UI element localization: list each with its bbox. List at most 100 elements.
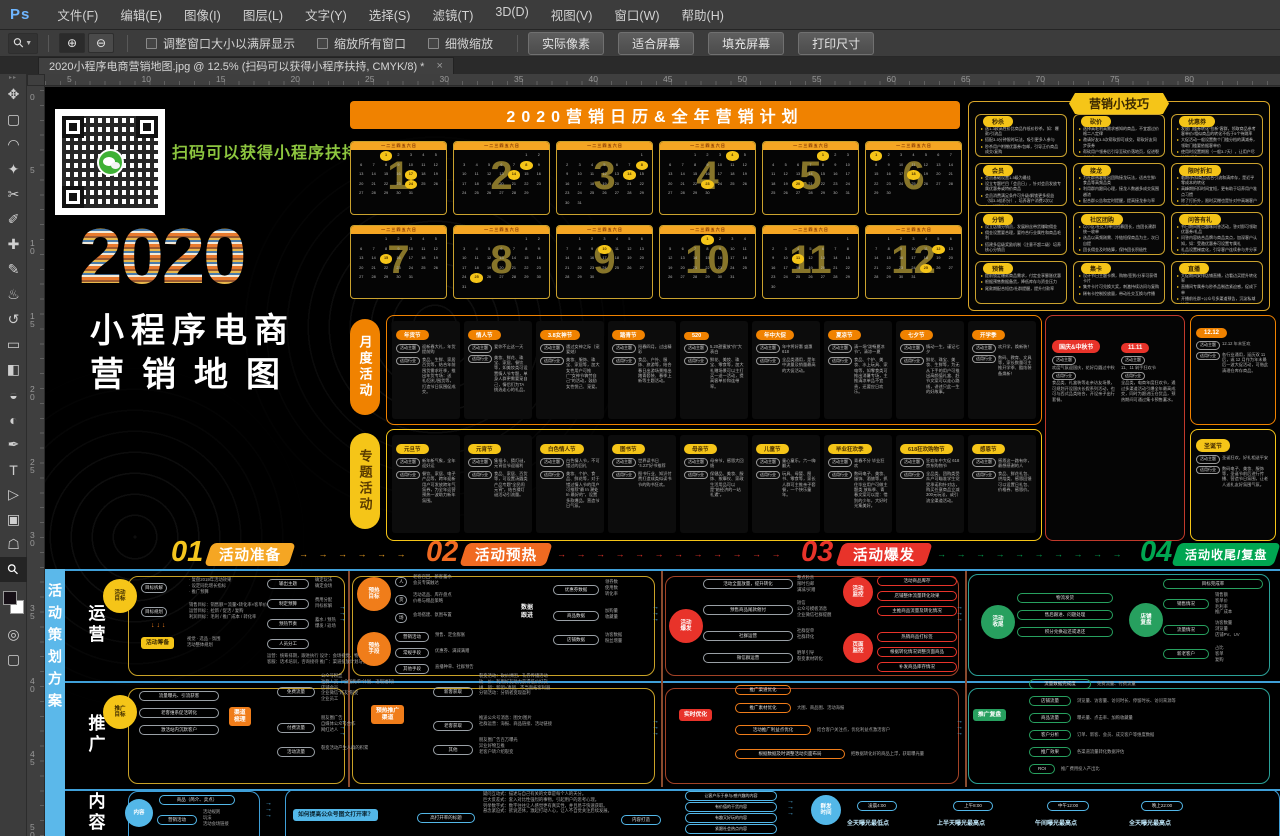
- document-canvas[interactable]: 扫码可以获得小程序扶持 2020 小程序电商 营销地图 2020营销日历&全年营…: [45, 86, 1280, 836]
- gradient-tool[interactable]: ◧: [0, 357, 27, 382]
- history-brush-tool[interactable]: ↺: [0, 307, 27, 332]
- monthly-card: 年货节活动主题迎新春大礼，年货提前购适用行业食品、生鲜、家居百货等，结合年前囤货…: [392, 321, 460, 419]
- mindmap-pill-node: 推广素材优化: [735, 703, 791, 713]
- side-bar-label: 活动策划方案: [45, 583, 65, 715]
- tip-text: 节日期间推出趣味问答活动，答对即可领取优惠券/礼品: [1181, 224, 1257, 234]
- checkbox-box[interactable]: [146, 38, 157, 49]
- tips-title: 营销小技巧: [1069, 93, 1169, 114]
- card-title: 情人节: [468, 330, 501, 340]
- menu-item[interactable]: 3D(D): [484, 5, 539, 24]
- clone-stamp-tool[interactable]: ♨: [0, 282, 27, 307]
- menu-item[interactable]: 滤镜(T): [421, 5, 484, 24]
- checkbox-box[interactable]: [317, 38, 328, 49]
- mindmap-box-node: 渠道 梳理: [229, 707, 251, 726]
- move-tool[interactable]: ✥: [0, 82, 27, 107]
- theme-text: 阳春四月，过出精彩: [638, 344, 672, 355]
- calendar-date: 13: [495, 170, 507, 180]
- calendar-date: 9: [701, 161, 713, 171]
- zoom-in-button[interactable]: ⊕: [59, 33, 85, 53]
- quick-mask-icon[interactable]: ◎: [0, 622, 27, 647]
- zoom-tool[interactable]: ⚲: [0, 557, 27, 582]
- eyedropper-tool[interactable]: ✐: [0, 207, 27, 232]
- bullet-icon: ▸: [1177, 149, 1179, 157]
- mindmap-pill-node: 付费流量: [277, 723, 315, 733]
- hand-tool[interactable]: ☖: [0, 532, 27, 557]
- dodge-tool[interactable]: ◐: [0, 407, 27, 432]
- calendar-date: 4: [470, 245, 482, 255]
- document-tab[interactable]: 2020小程序电商营销地图.jpg @ 12.5% (扫码可以获得小程序扶持, …: [38, 57, 454, 74]
- option-checkbox[interactable]: 细微缩放: [428, 35, 493, 52]
- card-theme-row: 活动主题母亲节，感恩大回馈: [684, 458, 744, 469]
- actual-pixels-button[interactable]: 实际像素: [528, 32, 604, 55]
- menu-item[interactable]: 文件(F): [46, 5, 109, 24]
- calendar-date: 7: [623, 161, 635, 171]
- menu-item[interactable]: 图层(L): [232, 5, 294, 24]
- eraser-tool[interactable]: ▭: [0, 332, 27, 357]
- fit-screen-button[interactable]: 适合屏幕: [618, 32, 694, 55]
- calendar-date: 26: [739, 180, 751, 190]
- calendar-date: 19: [739, 170, 751, 180]
- menu-item[interactable]: 帮助(H): [671, 5, 735, 24]
- calendar-date: 11: [586, 170, 598, 180]
- mindmap-note-text: 销售额 客单价 毛利率 推广成本: [1215, 592, 1232, 615]
- foreground-color-swatch[interactable]: [3, 591, 17, 605]
- option-checkbox[interactable]: 缩放所有窗口: [317, 35, 406, 52]
- bullet-icon: ▸: [981, 242, 983, 252]
- pen-tool[interactable]: ✒: [0, 432, 27, 457]
- calendar-date: 12: [804, 254, 816, 264]
- marquee-tool[interactable]: ▢: [0, 107, 27, 132]
- calendar-date: 23: [701, 180, 713, 190]
- mindmap-pill-node: 营销活动: [395, 632, 429, 642]
- phase-dashes: → → → → → → → → → → → →: [299, 549, 417, 559]
- palette-grip[interactable]: ▸▸: [0, 74, 26, 82]
- magic-wand-tool[interactable]: ✦: [0, 157, 27, 182]
- horizontal-ruler[interactable]: 5101520253035404550556065707580: [45, 74, 1280, 86]
- calendar-date: 7: [945, 151, 957, 161]
- mindmap-note-text: 裂变活动：砍价拼团、礼券传播活动 砍 价：利用好友助力获得低价好货 拼 团：新团…: [479, 673, 550, 696]
- shape-tool[interactable]: ▣: [0, 507, 27, 532]
- menu-item[interactable]: 窗口(W): [603, 5, 670, 24]
- mindmap-pill-node: 店铺数据: [553, 635, 599, 645]
- calendar-date: 24: [714, 180, 726, 190]
- brush-tool[interactable]: ✎: [0, 257, 27, 282]
- vertical-ruler[interactable]: 051 01 52 02 53 03 54 04 55 0: [27, 86, 45, 836]
- type-tool[interactable]: T: [0, 457, 27, 482]
- calendar-date: 29: [520, 273, 532, 283]
- mindmap-pill-node: 凌晨4:00: [857, 801, 897, 811]
- lasso-tool[interactable]: ◠: [0, 132, 27, 157]
- menu-item[interactable]: 编辑(E): [109, 5, 173, 24]
- option-checkbox[interactable]: 调整窗口大小以满屏显示: [146, 35, 295, 52]
- calendar-date: 13: [817, 254, 829, 264]
- theme-tag: 活动主题: [396, 344, 420, 353]
- calendar-date: 7: [804, 161, 816, 171]
- calendar-date: 6: [495, 245, 507, 255]
- calendar-date: 8: [689, 161, 701, 171]
- theme-text: 欢开学，焕新装！: [998, 344, 1032, 349]
- print-size-button[interactable]: 打印尺寸: [798, 32, 874, 55]
- checkbox-box[interactable]: [428, 38, 439, 49]
- mindmap-pill-node: 活动全面放量，提升转化: [703, 579, 793, 589]
- zoom-out-button[interactable]: ⊖: [88, 33, 114, 53]
- screen-mode-icon[interactable]: ▢: [0, 647, 27, 672]
- zoom-tool-preset[interactable]: ⚲▼: [8, 33, 38, 54]
- mindmap-note-text: 社群促单 社群转化: [797, 628, 814, 640]
- menu-item[interactable]: 选择(S): [358, 5, 422, 24]
- monthly-card: 夏凉节活动主题清一场“泼畅夏凉节”，清凉一夏适用行业食品、个护、美妆、水上玩具、…: [824, 321, 892, 419]
- fill-screen-button[interactable]: 填充屏幕: [708, 32, 784, 55]
- blur-tool[interactable]: ◒: [0, 382, 27, 407]
- double11-pill: 11.11: [1121, 343, 1149, 353]
- theme-text: 青春不分 毕业狂欢: [854, 458, 888, 469]
- crop-tool[interactable]: ✂: [0, 182, 27, 207]
- calendar-date: 17: [907, 254, 919, 264]
- calendar-date: 12: [483, 254, 495, 264]
- mindmap-pill-node: 人: [395, 577, 407, 587]
- tip-line: ▸大促活动一般设置数个门槛分档的满减券，领取门槛要依据客单价: [1177, 137, 1257, 147]
- industry-tag: 适用行业: [468, 355, 492, 364]
- card-title: 母亲节: [684, 444, 717, 454]
- menu-item[interactable]: 图像(I): [173, 5, 232, 24]
- tab-close-icon[interactable]: ×: [436, 60, 442, 72]
- healing-brush-tool[interactable]: ✚: [0, 232, 27, 257]
- path-select-tool[interactable]: ▷: [0, 482, 27, 507]
- menu-item[interactable]: 文字(Y): [294, 5, 358, 24]
- menu-item[interactable]: 视图(V): [540, 5, 604, 24]
